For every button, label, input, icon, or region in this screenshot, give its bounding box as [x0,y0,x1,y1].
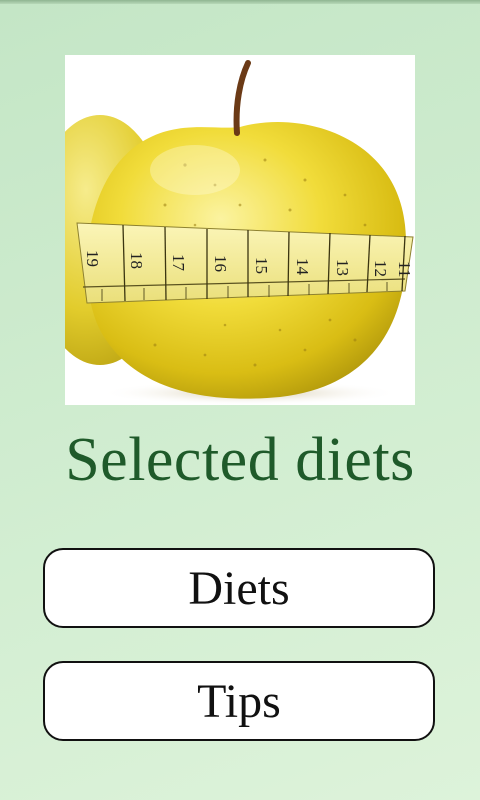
diets-button-label: Diets [188,561,290,615]
tape-number: 11 [395,261,414,277]
tape-number: 13 [333,259,352,276]
tape-number: 12 [371,260,390,277]
tape-number: 15 [252,257,271,274]
tips-button-label: Tips [197,674,281,728]
status-bar [0,0,480,4]
tape-number: 14 [293,258,312,276]
apple-measuring-tape-image: 19 18 17 16 15 14 13 12 11 [65,55,415,405]
tape-number: 18 [127,252,146,269]
app-title: Selected diets [65,426,415,494]
tips-button[interactable]: Tips [43,661,435,741]
diets-button[interactable]: Diets [43,548,435,628]
tape-number: 16 [211,255,230,272]
tape-number: 17 [169,254,188,272]
tape-number: 19 [83,250,102,267]
